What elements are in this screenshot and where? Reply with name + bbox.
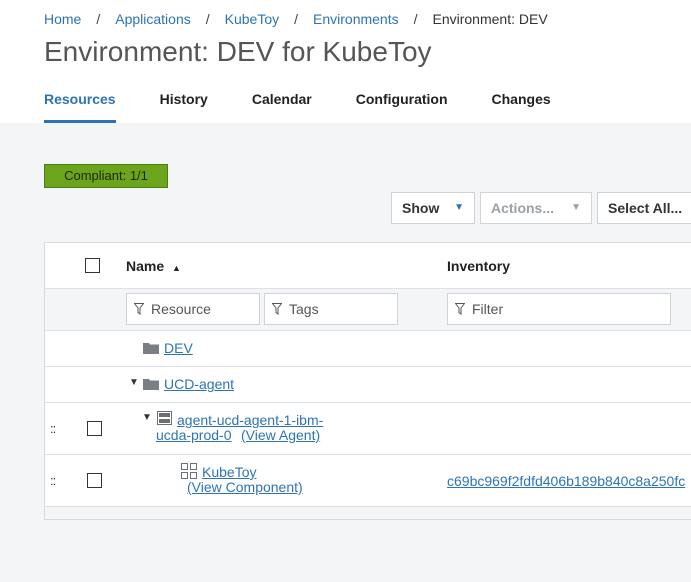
- tab-calendar[interactable]: Calendar: [252, 90, 312, 123]
- resource-link-agent[interactable]: agent-ucd-agent-1-ibm-: [177, 412, 323, 428]
- breadcrumb-kubetoy[interactable]: KubeToy: [225, 11, 279, 27]
- tags-filter-input[interactable]: Tags: [264, 293, 398, 325]
- breadcrumb: Home / Applications / KubeToy / Environments / E…: [44, 11, 548, 27]
- tab-changes[interactable]: Changes: [492, 90, 551, 123]
- row-checkbox[interactable]: [87, 421, 102, 436]
- filter-icon: [272, 303, 282, 315]
- tab-bar: Resources History Calendar Configuration…: [44, 90, 595, 123]
- view-component-link[interactable]: (View Component): [187, 479, 303, 495]
- resource-link-component[interactable]: KubeToy: [202, 464, 256, 480]
- page-header: Home / Applications / KubeToy / Environments / E…: [0, 0, 691, 123]
- breadcrumb-separator: /: [205, 11, 210, 27]
- drag-handle-icon[interactable]: ::: [50, 473, 56, 488]
- inventory-filter-input[interactable]: Filter: [447, 293, 671, 325]
- breadcrumb-home[interactable]: Home: [44, 11, 81, 27]
- table-row[interactable]: :: ▼ agent-ucd-agent-1-ibm- ucda-prod-0 …: [45, 403, 691, 455]
- breadcrumb-environments[interactable]: Environments: [313, 11, 399, 27]
- compliance-badge: Compliant: 1/1: [44, 164, 168, 188]
- drag-handle-icon[interactable]: ::: [50, 421, 56, 436]
- actions-button[interactable]: Actions... ▼: [480, 192, 592, 224]
- select-all-checkbox[interactable]: [85, 258, 100, 273]
- table-row[interactable]: ▼ UCD-agent: [45, 367, 691, 403]
- column-header-inventory[interactable]: Inventory: [447, 258, 510, 274]
- resource-link-agent-line2[interactable]: ucda-prod-0: [156, 427, 232, 443]
- folder-icon: [143, 343, 159, 354]
- actions-button-label: Actions...: [491, 200, 555, 216]
- component-icon: [181, 463, 197, 479]
- view-agent-link[interactable]: (View Agent): [241, 427, 320, 443]
- select-all-button[interactable]: Select All...: [597, 192, 691, 224]
- server-icon: [157, 411, 172, 425]
- table-row[interactable]: :: KubeToy (View Component) c69bc969f2fd…: [45, 455, 691, 507]
- expand-triangle-icon[interactable]: ▼: [129, 377, 139, 388]
- resource-link-dev[interactable]: DEV: [164, 340, 193, 356]
- breadcrumb-current: Environment: DEV: [432, 11, 548, 27]
- sort-ascending-icon: ▲: [172, 263, 181, 273]
- caret-down-icon: ▼: [571, 202, 581, 213]
- resources-table: Name ▲ Inventory Resource Tags Filter DE…: [44, 242, 691, 520]
- inventory-filter-placeholder: Filter: [472, 301, 504, 317]
- inventory-version-link[interactable]: c69bc969f2fdfd406b189b840c8a250fc: [447, 473, 685, 489]
- resource-link-ucd-agent[interactable]: UCD-agent: [164, 376, 234, 392]
- tab-configuration[interactable]: Configuration: [356, 90, 448, 123]
- page-title: Environment: DEV for KubeToy: [44, 36, 432, 67]
- tab-history[interactable]: History: [160, 90, 208, 123]
- column-header-name[interactable]: Name ▲: [126, 258, 181, 274]
- column-header-name-label: Name: [126, 258, 165, 274]
- show-button[interactable]: Show ▼: [391, 192, 475, 224]
- filter-row: Resource Tags Filter: [45, 289, 691, 331]
- table-header-row: Name ▲ Inventory: [45, 243, 691, 289]
- row-checkbox[interactable]: [87, 473, 102, 488]
- breadcrumb-separator: /: [96, 11, 101, 27]
- resource-filter-input[interactable]: Resource: [126, 293, 260, 325]
- breadcrumb-applications[interactable]: Applications: [115, 11, 191, 27]
- table-row[interactable]: DEV: [45, 331, 691, 367]
- show-button-label: Show: [402, 200, 440, 216]
- breadcrumb-separator: /: [413, 11, 418, 27]
- folder-icon: [143, 379, 159, 390]
- caret-down-icon: ▼: [454, 202, 464, 213]
- resource-filter-placeholder: Resource: [151, 301, 211, 317]
- breadcrumb-separator: /: [294, 11, 299, 27]
- filter-icon: [455, 303, 465, 315]
- expand-triangle-icon[interactable]: ▼: [142, 412, 152, 423]
- tags-filter-placeholder: Tags: [289, 301, 319, 317]
- filter-icon: [134, 303, 144, 315]
- tab-resources[interactable]: Resources: [44, 90, 116, 123]
- select-all-button-label: Select All...: [608, 200, 683, 216]
